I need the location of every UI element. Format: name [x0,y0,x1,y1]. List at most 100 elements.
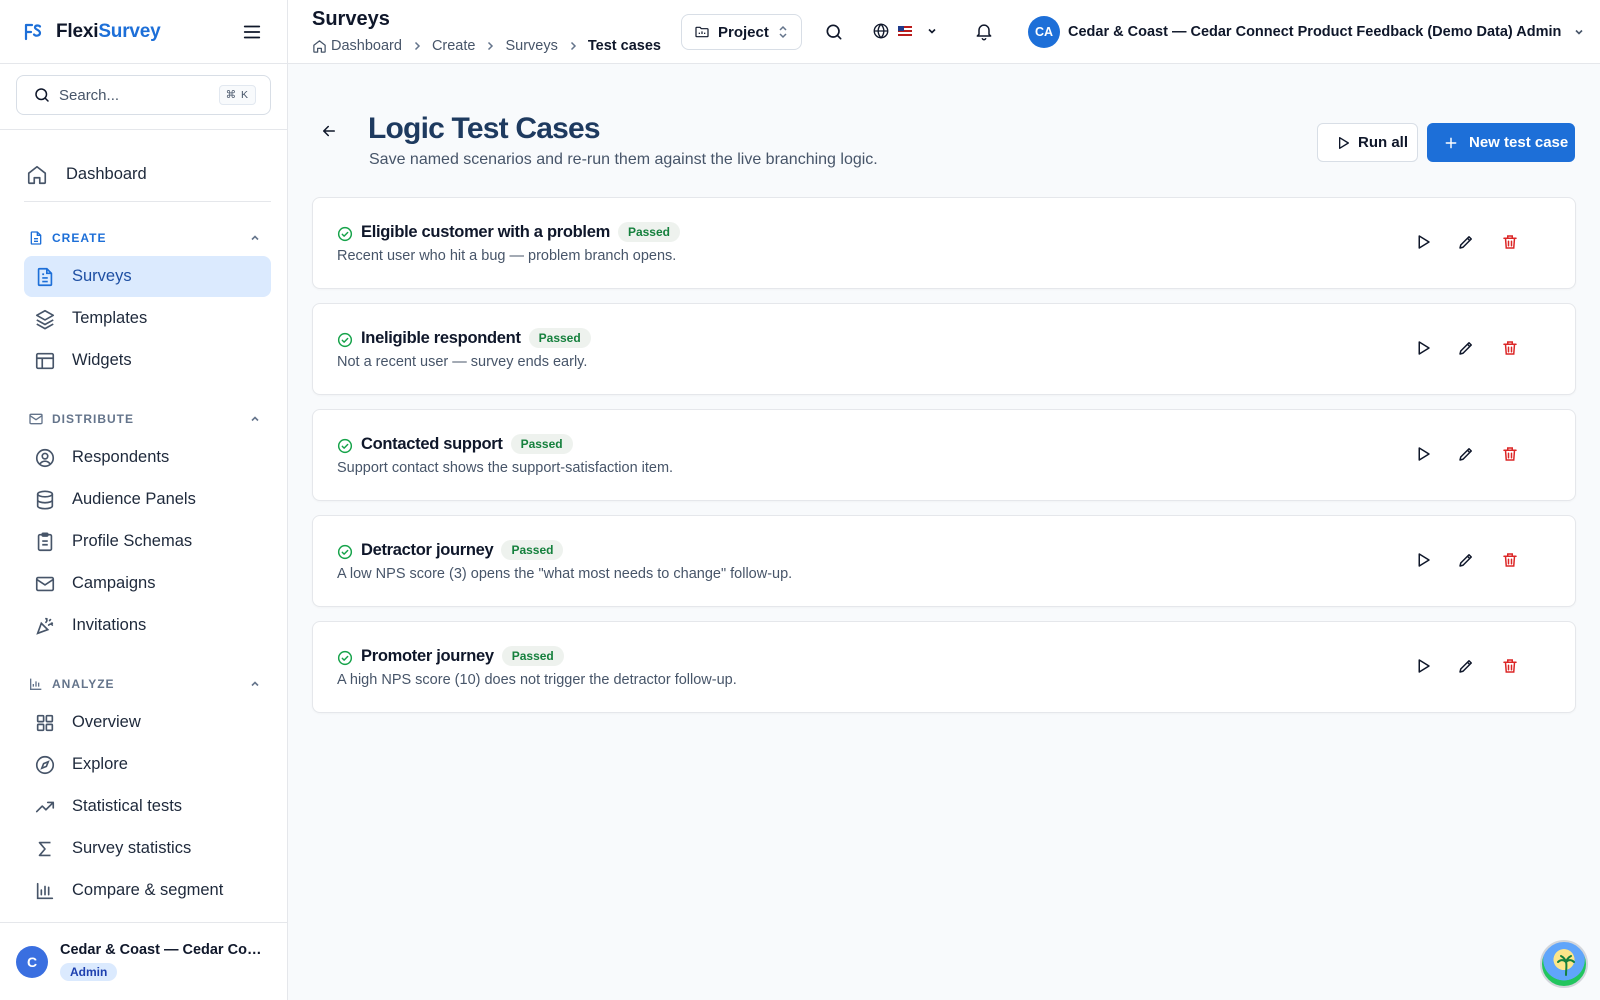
sigma-icon [38,841,51,856]
status-badge: Passed [501,540,564,560]
sidebar-search[interactable]: Search... ⌘ K [16,75,271,115]
sidebar-item-campaigns[interactable]: Campaigns [24,563,271,604]
search-icon[interactable] [824,22,844,42]
compass-icon [35,755,55,774]
breadcrumb-dashboard[interactable]: Dashboard [331,38,402,54]
edit-pencil-icon[interactable] [1457,445,1475,463]
brand-name: FlexiSurvey [56,20,161,42]
sidebar-item-compare-segment[interactable]: Compare & segment [24,870,271,911]
sidebar-item-label: Templates [72,309,148,327]
delete-trash-icon[interactable] [1501,233,1519,251]
sidebar-item-label: Explore [72,755,128,773]
breadcrumb-surveys[interactable]: Surveys [505,38,557,54]
sidebar-item-explore[interactable]: Explore [24,744,271,785]
test-case-description: Not a recent user — survey ends early. [337,354,588,370]
mail-icon [29,413,43,425]
palm-tree-icon [1557,955,1575,976]
run-test-icon[interactable] [1414,657,1432,675]
project-selector[interactable]: Project [681,14,802,50]
breadcrumb: Dashboard Create Surveys Test cases [312,38,661,54]
plus-icon [1445,137,1457,148]
run-test-icon[interactable] [1414,339,1432,357]
sidebar-item-profile-schemas[interactable]: Profile Schemas [24,521,271,562]
sidebar-item-widgets[interactable]: Widgets [24,340,271,381]
edit-pencil-icon[interactable] [1457,339,1475,357]
search-icon [35,88,49,102]
sidebar-item-label: Statistical tests [72,797,183,815]
edit-pencil-icon[interactable] [1457,551,1475,569]
play-icon [1339,136,1349,149]
chevron-up-icon [251,235,259,241]
main-content: Logic Test Cases Save named scenarios an… [288,64,1600,1000]
chevron-right-icon [570,41,576,51]
run-test-icon[interactable] [1414,551,1432,569]
top-header: Surveys Dashboard Create Surveys Test ca… [288,0,1600,64]
test-case-card: Ineligible respondent Passed Not a recen… [312,303,1576,395]
sidebar-item-audience-panels[interactable]: Audience Panels [24,479,271,520]
bar-chart-icon [30,678,42,690]
bar-chart-icon [36,882,54,899]
delete-trash-icon[interactable] [1501,339,1519,357]
sidebar-item-label: Widgets [72,351,132,369]
sidebar-item-overview[interactable]: Overview [24,702,271,743]
account-name: Cedar & Coast — Cedar Connect Product Fe… [60,942,270,958]
test-case-list: Eligible customer with a problem Passed … [312,197,1576,727]
file-text-icon [37,267,53,286]
folder-icon [695,26,709,38]
arrow-left-icon[interactable] [320,122,338,140]
help-assistant-button[interactable] [1540,940,1588,988]
sidebar-item-respondents[interactable]: Respondents [24,437,271,478]
database-icon [36,489,54,510]
section-analyze-header[interactable]: ANALYZE [24,666,271,702]
test-case-name: Contacted support [361,434,503,453]
run-test-icon[interactable] [1414,445,1432,463]
project-label: Project [718,23,769,41]
menu-toggle-icon[interactable] [241,21,263,43]
status-badge: Passed [501,646,564,666]
sidebar-item-surveys[interactable]: Surveys [24,256,271,297]
chevron-up-icon [251,681,259,687]
delete-trash-icon[interactable] [1501,657,1519,675]
status-badge: Passed [510,434,573,454]
breadcrumb-current: Test cases [587,38,661,54]
run-test-icon[interactable] [1414,233,1432,251]
delete-trash-icon[interactable] [1501,445,1519,463]
globe-icon [873,23,889,39]
test-case-name: Ineligible respondent [361,328,521,347]
avatar: CA [1028,16,1060,48]
sidebar-item-label: Profile Schemas [72,532,193,550]
file-icon [30,231,42,245]
chevron-down-icon [928,28,936,34]
grid-icon [36,714,54,731]
sidebar-account[interactable]: C Cedar & Coast — Cedar Connect Product … [0,922,287,1000]
edit-pencil-icon[interactable] [1457,233,1475,251]
sidebar-item-dashboard[interactable]: Dashboard [22,154,271,195]
section-distribute-header[interactable]: DISTRIBUTE [24,401,271,437]
test-case-description: A high NPS score (10) does not trigger t… [337,672,737,688]
new-test-case-button[interactable]: New test case [1427,123,1575,162]
test-case-card: Detractor journey Passed A low NPS score… [312,515,1576,607]
bell-icon[interactable] [974,21,994,41]
test-case-name: Promoter journey [361,646,494,665]
delete-trash-icon[interactable] [1501,551,1519,569]
party-popper-icon [36,617,54,635]
sidebar-item-statistical-tests[interactable]: Statistical tests [24,786,271,827]
sidebar-item-label: Overview [72,713,141,731]
test-case-description: Recent user who hit a bug — problem bran… [337,248,677,264]
check-circle-icon [337,226,353,242]
status-badge: Passed [617,222,680,242]
search-shortcut: ⌘ K [218,85,256,105]
section-create-header[interactable]: CREATE [24,220,271,256]
header-title: Surveys [312,8,390,30]
trending-up-icon [35,801,55,812]
sidebar-item-label: Compare & segment [72,881,224,899]
sidebar-item-templates[interactable]: Templates [24,298,271,339]
sidebar-item-label: Audience Panels [72,490,196,508]
user-menu[interactable]: CA Cedar & Coast — Cedar Connect Product… [1028,16,1585,48]
sidebar-item-survey-statistics[interactable]: Survey statistics [24,828,271,869]
run-all-button[interactable]: Run all [1317,123,1418,162]
language-selector[interactable] [872,22,938,40]
sidebar-item-invitations[interactable]: Invitations [24,605,271,646]
edit-pencil-icon[interactable] [1457,657,1475,675]
breadcrumb-create[interactable]: Create [432,38,476,54]
